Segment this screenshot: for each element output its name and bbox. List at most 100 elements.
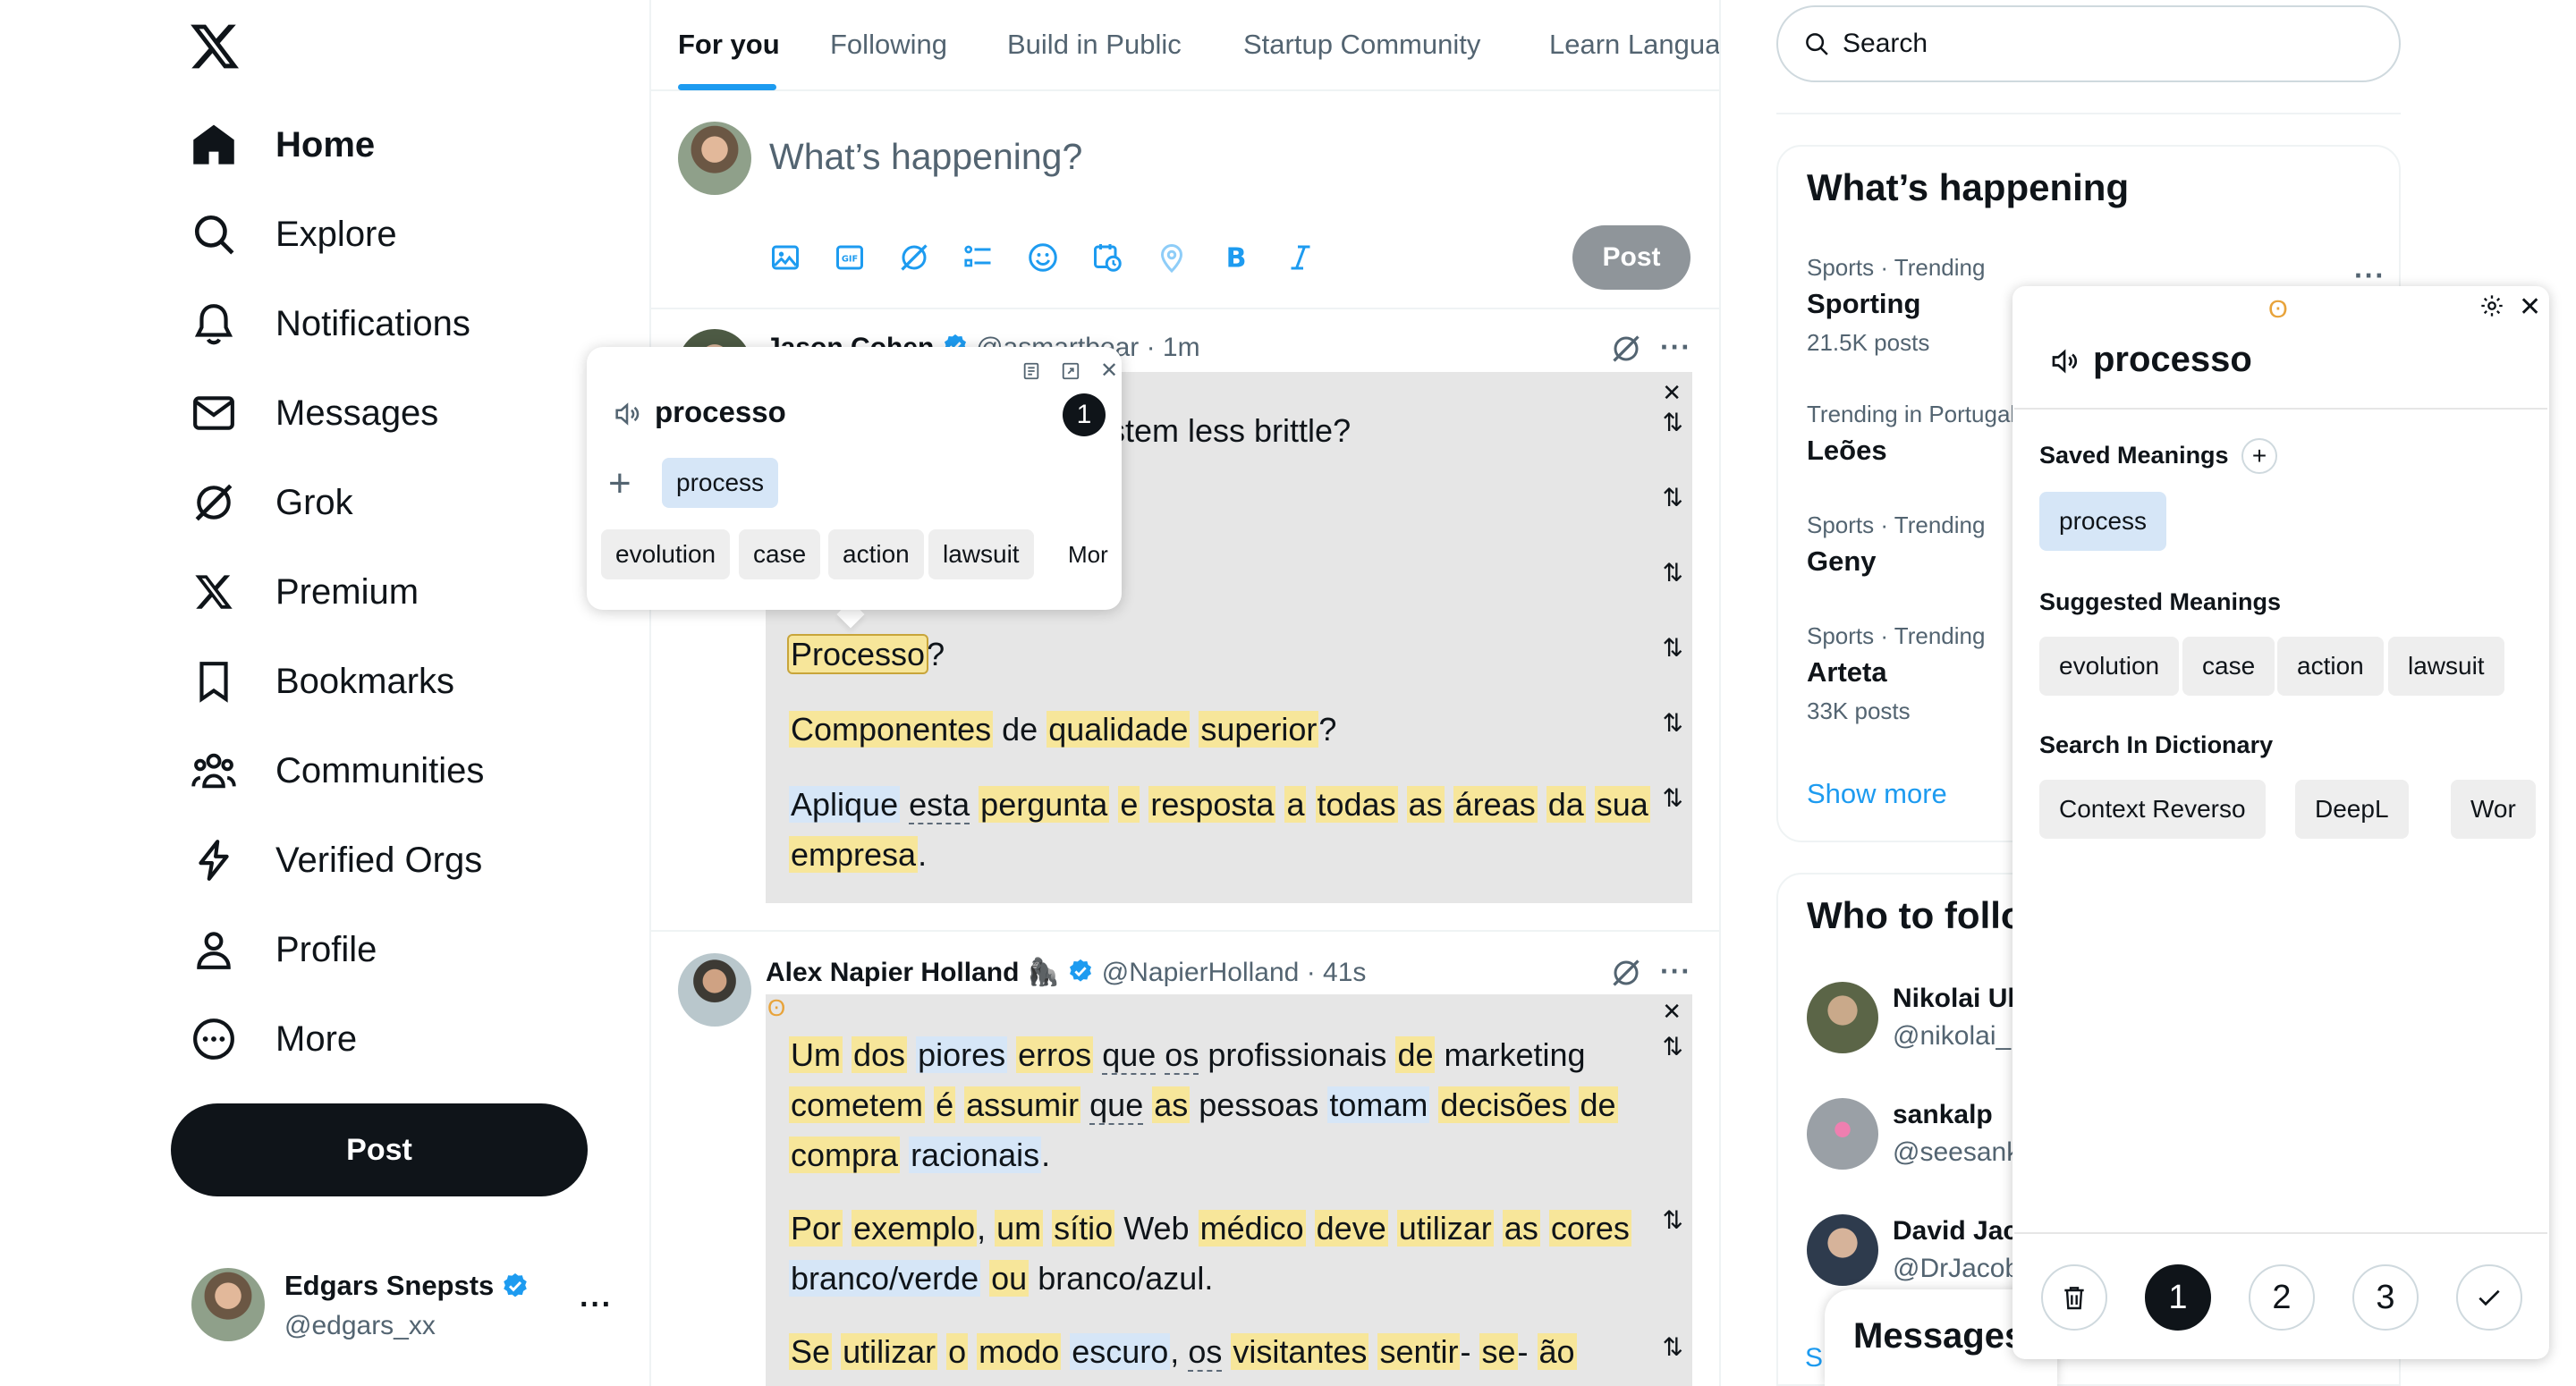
- dictionary-link-word[interactable]: Wor: [2451, 780, 2536, 839]
- word[interactable]: cores: [1548, 1210, 1631, 1247]
- word[interactable]: e: [1118, 786, 1140, 823]
- word[interactable]: áreas: [1453, 786, 1538, 823]
- word[interactable]: é: [934, 1086, 956, 1123]
- word[interactable]: piores: [916, 1036, 1008, 1073]
- close-icon[interactable]: ✕: [1662, 998, 1682, 1026]
- dictionary-link-deepl[interactable]: DeepL: [2295, 780, 2409, 839]
- nav-messages[interactable]: Messages: [190, 381, 438, 445]
- swap-icon[interactable]: ⇅: [1663, 1205, 1683, 1235]
- level-1-button[interactable]: 1: [2145, 1264, 2211, 1331]
- search-input[interactable]: Search: [1776, 5, 2401, 82]
- tab-build-in-public[interactable]: Build in Public: [1007, 29, 1182, 61]
- avatar[interactable]: [1807, 1214, 1878, 1286]
- word[interactable]: ão: [1537, 1333, 1577, 1370]
- word[interactable]: superior: [1199, 711, 1319, 748]
- tweet-avatar[interactable]: [678, 953, 751, 1027]
- close-icon[interactable]: ✕: [2519, 292, 2541, 323]
- word[interactable]: a: [1284, 786, 1307, 823]
- tab-startup-community[interactable]: Startup Community: [1243, 29, 1480, 61]
- tweet-author-name[interactable]: Alex Napier Holland: [766, 958, 1019, 987]
- word[interactable]: tomam: [1327, 1086, 1430, 1123]
- italic-icon[interactable]: [1284, 241, 1317, 274]
- word[interactable]: sua: [1594, 786, 1650, 823]
- add-meaning-button[interactable]: +: [2241, 438, 2277, 474]
- grok-icon[interactable]: [1610, 957, 1642, 989]
- grok-icon[interactable]: [898, 241, 930, 274]
- word[interactable]: os: [1165, 1036, 1199, 1075]
- word[interactable]: o: [946, 1333, 969, 1370]
- word[interactable]: os: [1188, 1333, 1223, 1372]
- nav-home[interactable]: Home: [190, 113, 375, 177]
- messages-link-fragment[interactable]: S: [1805, 1343, 1823, 1373]
- tweet-more-icon[interactable]: ···: [1660, 331, 1691, 364]
- poll-icon[interactable]: [962, 241, 995, 274]
- word[interactable]: cometem: [789, 1086, 926, 1123]
- word[interactable]: branco/verde: [789, 1260, 981, 1297]
- word[interactable]: deve: [1314, 1210, 1388, 1247]
- swap-icon[interactable]: ⇅: [1663, 558, 1683, 587]
- post-button[interactable]: Post: [171, 1103, 588, 1196]
- speaker-icon[interactable]: [2048, 345, 2082, 379]
- swap-icon[interactable]: ⇅: [1663, 483, 1683, 512]
- owl-icon[interactable]: ʘ: [767, 994, 785, 1022]
- word[interactable]: esta: [909, 786, 970, 824]
- saved-meaning-chip[interactable]: process: [2039, 492, 2167, 551]
- tab-for-you[interactable]: For you: [678, 29, 780, 61]
- suggested-meaning-chip[interactable]: case: [2182, 637, 2275, 696]
- word[interactable]: um: [995, 1210, 1044, 1247]
- word[interactable]: sítio: [1052, 1210, 1115, 1247]
- word[interactable]: qualidade: [1046, 711, 1191, 748]
- word[interactable]: dos: [852, 1036, 908, 1073]
- level-3-button[interactable]: 3: [2352, 1264, 2419, 1331]
- word[interactable]: visitantes: [1231, 1333, 1369, 1370]
- meaning-chip[interactable]: lawsuit: [928, 529, 1034, 579]
- word[interactable]: racionais: [909, 1137, 1042, 1173]
- word[interactable]: empresa: [789, 836, 919, 873]
- more-meanings-link[interactable]: Mor: [1054, 529, 1122, 579]
- compose-input[interactable]: What’s happening?: [769, 136, 1082, 178]
- tweet-more-icon[interactable]: ···: [1660, 955, 1691, 988]
- word[interactable]: modo: [977, 1333, 1062, 1370]
- word[interactable]: as: [1406, 786, 1445, 823]
- word[interactable]: se: [1479, 1333, 1518, 1370]
- tab-following[interactable]: Following: [830, 29, 947, 61]
- nav-bookmarks[interactable]: Bookmarks: [190, 649, 454, 714]
- suggested-meaning-chip[interactable]: evolution: [2039, 637, 2180, 696]
- word[interactable]: compra: [789, 1137, 901, 1173]
- trend-name[interactable]: Sporting: [1807, 288, 1920, 320]
- word[interactable]: utilizar: [1396, 1210, 1494, 1247]
- nav-grok[interactable]: Grok: [190, 470, 353, 535]
- x-logo-icon[interactable]: [188, 20, 242, 73]
- word[interactable]: Componentes: [789, 711, 994, 748]
- trend-name[interactable]: Geny: [1807, 545, 1877, 578]
- word[interactable]: ou: [989, 1260, 1030, 1297]
- swap-icon[interactable]: ⇅: [1663, 633, 1683, 663]
- word[interactable]: as: [1152, 1086, 1191, 1123]
- selected-word[interactable]: Processo: [786, 634, 929, 674]
- swap-icon[interactable]: ⇅: [1663, 408, 1683, 437]
- word[interactable]: Aplique: [789, 786, 901, 823]
- word[interactable]: médico: [1198, 1210, 1306, 1247]
- close-icon[interactable]: ✕: [1662, 379, 1682, 407]
- suggested-meaning-chip[interactable]: action: [2277, 637, 2384, 696]
- avatar[interactable]: [1807, 1098, 1878, 1170]
- nav-notifications[interactable]: Notifications: [190, 292, 470, 356]
- word[interactable]: resposta: [1148, 786, 1276, 823]
- word[interactable]: assumir: [964, 1086, 1081, 1123]
- meaning-chip[interactable]: action: [828, 529, 924, 579]
- who-name[interactable]: Nikolai Ul: [1893, 984, 2015, 1014]
- messages-drawer-title[interactable]: Messages: [1853, 1316, 2024, 1356]
- show-more-link[interactable]: Show more: [1807, 778, 1947, 810]
- word[interactable]: utilizar: [841, 1333, 938, 1370]
- tab-learn-languages[interactable]: Learn Langua: [1549, 29, 1719, 61]
- nav-premium[interactable]: Premium: [190, 560, 419, 624]
- saved-meaning-chip[interactable]: process: [662, 458, 779, 508]
- word[interactable]: decisões: [1438, 1086, 1570, 1123]
- swap-icon[interactable]: ⇅: [1663, 1032, 1683, 1061]
- word[interactable]: da: [1546, 786, 1586, 823]
- trend-name[interactable]: Leões: [1807, 435, 1887, 467]
- level-2-button[interactable]: 2: [2249, 1264, 2315, 1331]
- compose-avatar[interactable]: [678, 122, 751, 195]
- account-avatar[interactable]: [191, 1268, 265, 1341]
- account-name[interactable]: Edgars Snepsts: [284, 1270, 530, 1302]
